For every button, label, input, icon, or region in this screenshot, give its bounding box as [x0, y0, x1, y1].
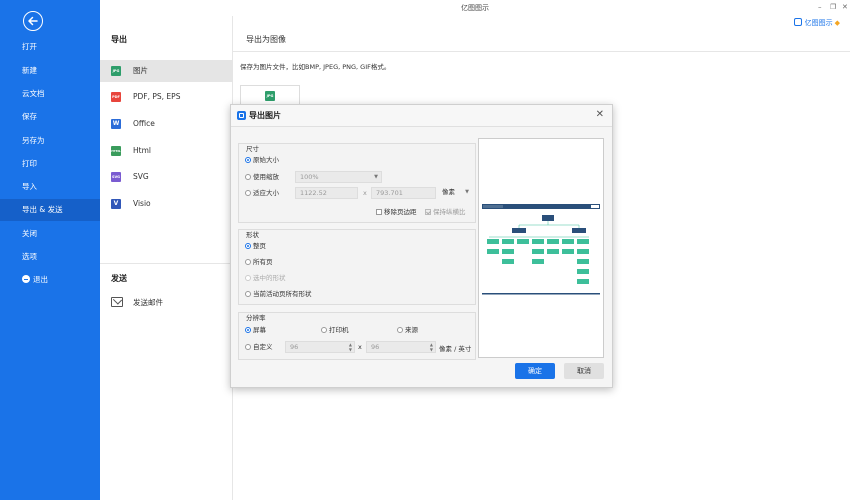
cancel-button[interactable]: 取消: [564, 363, 604, 379]
sidebar-item-import[interactable]: 导入: [0, 176, 100, 198]
pdf-icon: PDF: [111, 92, 121, 102]
sidebar-item-cloud[interactable]: 云文档: [0, 83, 100, 105]
format-item-image[interactable]: JPG 图片: [100, 60, 233, 82]
resolution-group-title: 分辨率: [246, 314, 266, 322]
dpi-unit-label: 像素 / 英寸: [439, 345, 472, 353]
resolution-x-label: x: [358, 343, 362, 351]
word-icon: W: [111, 119, 121, 129]
sidebar-item-save-as[interactable]: 另存为: [0, 130, 100, 152]
mail-icon: [111, 297, 123, 307]
send-mail-item[interactable]: 发送邮件: [100, 292, 233, 314]
shape-group: 形状 整页 所有页 选中的形状 当前活动页所有形状: [238, 229, 476, 305]
chevron-down-icon: ▼: [374, 174, 378, 180]
dpi-y-input[interactable]: 96 ▲ ▼: [366, 341, 436, 353]
height-input[interactable]: 793.701: [371, 187, 436, 199]
format-item-visio[interactable]: V Visio: [100, 193, 233, 215]
radio-whole-page[interactable]: 整页: [245, 241, 266, 251]
scale-select[interactable]: 100% ▼: [295, 171, 382, 183]
sidebar-item-export-send[interactable]: 导出 & 发送: [0, 199, 100, 221]
keep-ratio-checkbox[interactable]: 保持纵横比: [425, 206, 466, 216]
export-image-dialog: 导出图片 ✕ 尺寸 原始大小 使用缩放 100% ▼ 适应大小 1122.52 x…: [230, 104, 613, 388]
size-x-label: x: [363, 189, 367, 197]
radio-source[interactable]: 来源: [397, 325, 418, 335]
export-section-title: 导出: [111, 35, 127, 44]
diamond-icon: ◆: [834, 19, 840, 27]
sidebar-item-save[interactable]: 保存: [0, 106, 100, 128]
size-group: 尺寸 原始大小 使用缩放 100% ▼ 适应大小 1122.52 x 793.70…: [238, 143, 476, 223]
radio-custom[interactable]: 自定义: [245, 342, 273, 352]
remove-margin-checkbox[interactable]: 移除页边距: [376, 206, 417, 216]
image-export-card[interactable]: JPG: [240, 85, 300, 105]
window-title: 亿图图示: [461, 4, 489, 12]
app-logo-icon: [237, 111, 246, 120]
sidebar-item-options[interactable]: 选项: [0, 246, 100, 268]
unit-select[interactable]: 像素 ▼: [438, 187, 472, 199]
radio-original-size[interactable]: 原始大小: [245, 155, 279, 165]
format-item-html[interactable]: HTML Html: [100, 140, 233, 162]
resolution-group: 分辨率 屏幕 打印机 来源 自定义 96 ▲ ▼ x 96 ▲ ▼ 像素 / 英寸: [238, 312, 476, 360]
export-preview: [478, 138, 604, 358]
html-icon: HTML: [111, 146, 121, 156]
close-window-icon[interactable]: ✕: [842, 0, 848, 14]
radio-screen[interactable]: 屏幕: [245, 325, 266, 335]
close-icon[interactable]: ✕: [596, 109, 604, 120]
sidebar-item-open[interactable]: 打开: [0, 36, 100, 58]
radio-use-scale[interactable]: 使用缩放: [245, 172, 279, 182]
main-heading: 导出为图像: [246, 35, 286, 44]
send-section-title: 发送: [111, 274, 127, 283]
heading-divider: [233, 51, 850, 52]
jpg-icon: JPG: [265, 91, 275, 101]
dialog-title: 导出图片: [249, 111, 281, 120]
sidebar-item-exit[interactable]: 退出: [0, 269, 100, 291]
backstage-sidebar: 打开 新建 云文档 保存 另存为 打印 导入 导出 & 发送 关闭 选项 退出: [0, 0, 100, 500]
format-item-pdf[interactable]: PDF PDF, PS, EPS: [100, 86, 233, 108]
chevron-down-icon: ▼: [465, 189, 469, 195]
sidebar-item-close[interactable]: 关闭: [0, 223, 100, 245]
stepper-icon: ▲ ▼: [348, 342, 352, 352]
radio-selected-shapes[interactable]: 选中的形状: [245, 273, 286, 283]
brand-account[interactable]: 亿图图示 ◆: [793, 16, 840, 30]
format-item-svg[interactable]: SVG SVG: [100, 166, 233, 188]
visio-icon: V: [111, 199, 121, 209]
back-button[interactable]: [23, 11, 43, 31]
radio-all-pages[interactable]: 所有页: [245, 257, 273, 267]
jpg-icon: JPG: [111, 66, 121, 76]
radio-printer[interactable]: 打印机: [321, 325, 349, 335]
format-item-office[interactable]: W Office: [100, 113, 233, 135]
ok-button[interactable]: 确定: [515, 363, 555, 379]
radio-current-page-shapes[interactable]: 当前活动页所有形状: [245, 289, 312, 299]
preview-diagram: [482, 204, 600, 295]
arrow-left-icon: [28, 16, 38, 26]
export-format-panel: 导出 JPG 图片 PDF PDF, PS, EPS W Office HTML…: [100, 16, 233, 500]
shape-group-title: 形状: [246, 231, 259, 239]
section-divider: [100, 263, 233, 264]
stepper-icon: ▲ ▼: [429, 342, 433, 352]
radio-fit-size[interactable]: 适应大小: [245, 188, 279, 198]
minimize-icon[interactable]: –: [818, 0, 822, 14]
main-description: 保存为图片文件，比如BMP, JPEG, PNG, GIF格式。: [240, 63, 391, 71]
sidebar-item-print[interactable]: 打印: [0, 153, 100, 175]
width-input[interactable]: 1122.52: [295, 187, 358, 199]
exit-icon: [22, 275, 30, 283]
chat-icon: [793, 18, 802, 26]
restore-icon[interactable]: ❐: [830, 0, 836, 14]
dpi-x-input[interactable]: 96 ▲ ▼: [285, 341, 355, 353]
dialog-header: 导出图片 ✕: [231, 105, 612, 127]
size-group-title: 尺寸: [246, 145, 259, 153]
svg-icon: SVG: [111, 172, 121, 182]
sidebar-item-new[interactable]: 新建: [0, 60, 100, 82]
